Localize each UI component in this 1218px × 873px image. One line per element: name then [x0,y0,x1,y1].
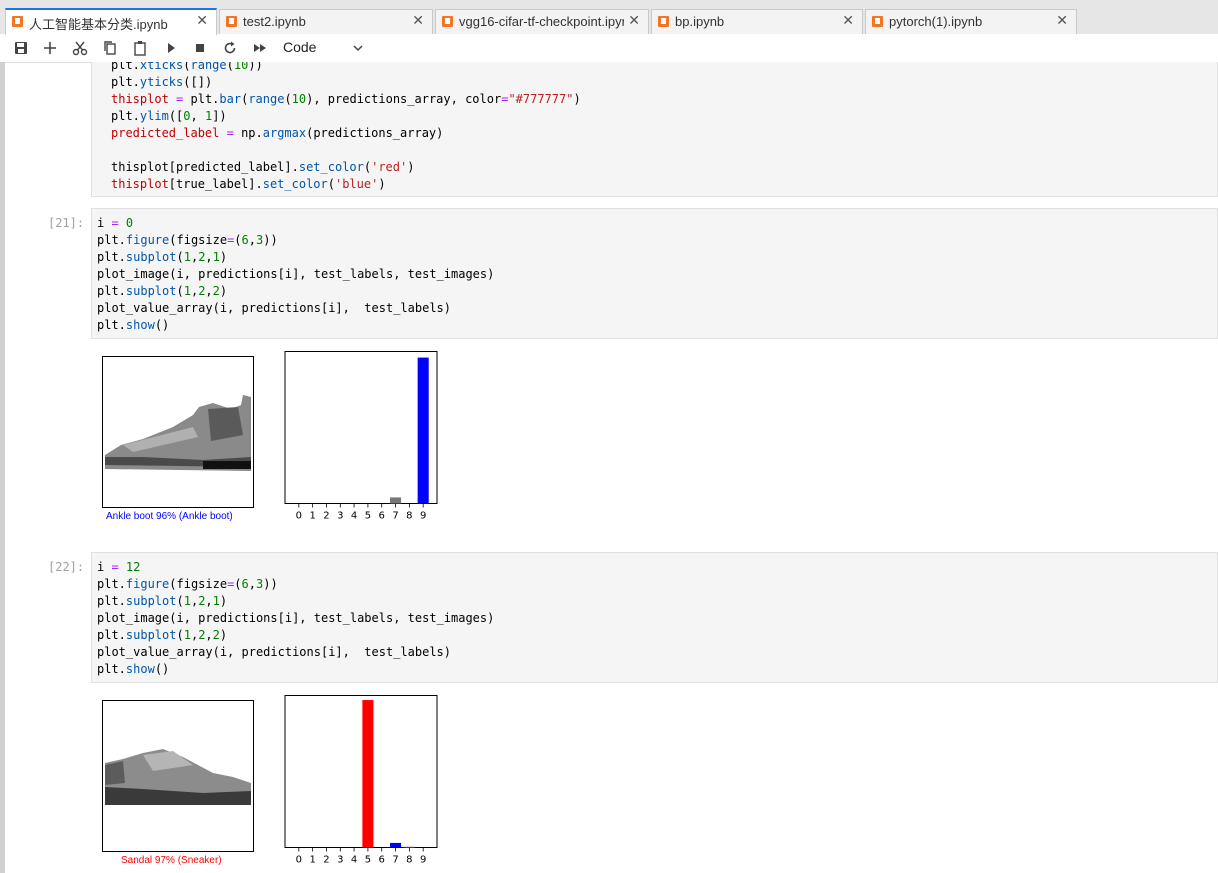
close-icon[interactable]: ✕ [412,13,424,29]
code-line: plt.subplot(1,2,1) [97,250,228,264]
code-block: i = 12 plt.figure(figsize=(6,3)) plt.sub… [97,559,1217,678]
code-line: plt.xticks(range(10)) [111,62,263,72]
tab-label: pytorch(1).ipynb [889,14,983,29]
notebook-panel[interactable]: plt.xticks(range(10)) plt.yticks([]) thi… [0,62,1218,873]
x-tick-label: 6 [379,511,385,522]
chart-axes-frame [284,695,438,848]
x-tick-label: 5 [365,855,371,866]
tab-label: bp.ipynb [675,14,725,29]
code-cell-input[interactable]: i = 12 plt.figure(figsize=(6,3)) plt.sub… [91,552,1218,683]
cell-prompt: [21]: [48,216,85,230]
code-line: plot_image(i, predictions[i], test_label… [97,611,495,625]
restart-icon[interactable] [220,39,240,57]
close-icon[interactable]: ✕ [196,13,208,29]
notebook-icon [872,16,883,27]
code-line: plt.figure(figsize=(6,3)) [97,233,278,247]
x-tick-label: 8 [406,511,412,522]
code-line: plt.yticks([]) [111,75,213,89]
add-icon[interactable] [40,39,60,57]
x-tick-label: 9 [420,855,426,866]
code-cell-input[interactable]: i = 0 plt.figure(figsize=(6,3)) plt.subp… [91,208,1218,339]
code-line: plt.subplot(1,2,2) [97,628,228,642]
close-icon[interactable]: ✕ [1056,13,1068,29]
bar-class-8 [403,846,415,848]
code-block: plt.xticks(range(10)) plt.yticks([]) thi… [111,62,1217,193]
x-tick-label: 6 [379,855,385,866]
x-tick-label: 9 [420,511,426,522]
close-icon[interactable]: ✕ [842,13,854,29]
x-tick-label: 0 [296,511,302,522]
x-tick-label: 3 [337,511,343,522]
save-icon[interactable] [11,39,31,57]
notebook-icon [658,16,669,27]
chevron-down-icon[interactable] [352,39,364,57]
code-line: thisplot = plt.bar(range(10), prediction… [111,92,581,106]
code-line: plot_value_array(i, predictions[i], test… [97,645,452,659]
run-icon[interactable] [161,39,181,57]
fast-forward-icon[interactable] [250,39,270,57]
bar-class-7 [390,842,402,848]
x-tick-label: 3 [337,855,343,866]
code-line: predicted_label = np.argmax(predictions_… [111,126,444,140]
paste-icon[interactable] [130,39,150,57]
x-tick-label: 1 [309,511,315,522]
notebook-icon [442,16,453,27]
bar-class-9 [417,357,429,504]
code-line: thisplot[true_label].set_color('blue') [111,177,386,191]
code-line: plt.show() [97,662,170,676]
code-line: plt.subplot(1,2,2) [97,284,228,298]
tab-test2[interactable]: test2.ipynb ✕ [219,9,433,34]
x-tick-label: 2 [323,511,329,522]
tab-bp[interactable]: bp.ipynb ✕ [651,9,863,34]
x-tick-label: 2 [323,855,329,866]
cell-type-select[interactable]: Code [283,39,316,55]
x-tick-label: 1 [309,855,315,866]
fashion-image-sneaker [102,700,254,852]
bar-class-5 [362,700,374,848]
code-line: plt.show() [97,318,170,332]
x-tick-label: 4 [351,855,357,866]
chart-axes-frame [284,351,438,504]
stop-icon[interactable] [190,39,210,57]
code-line: plt.figure(figsize=(6,3)) [97,577,278,591]
x-tick-label: 5 [365,511,371,522]
tab-notebook-ai-classification[interactable]: 人工智能基本分类.ipynb ✕ [5,8,217,35]
tab-label: 人工智能基本分类.ipynb [29,17,168,32]
copy-icon[interactable] [100,39,120,57]
cell-prompt: [22]: [48,560,85,574]
tab-vgg16[interactable]: vgg16-cifar-tf-checkpoint.ipynb ✕ [435,9,649,34]
tab-bar: 人工智能基本分类.ipynb ✕ test2.ipynb ✕ vgg16-cif… [0,0,1218,35]
bar-class-7 [390,497,402,504]
notebook-toolbar: Code [0,35,1218,63]
code-block: i = 0 plt.figure(figsize=(6,3)) plt.subp… [97,215,1217,334]
fashion-image-ankle-boot [102,356,254,508]
tab-pytorch[interactable]: pytorch(1).ipynb ✕ [865,9,1077,34]
x-tick-label: 7 [392,511,398,522]
prediction-bar-chart: 0123456789 [284,351,438,522]
code-line: plot_value_array(i, predictions[i], test… [97,301,452,315]
tab-label: vgg16-cifar-tf-checkpoint.ipynb [459,14,624,29]
notebook-icon [12,16,23,27]
code-line: i = 0 [97,216,134,230]
cut-icon[interactable] [70,39,90,57]
code-cell-input[interactable]: plt.xticks(range(10)) plt.yticks([]) thi… [91,62,1218,197]
x-tick-label: 7 [392,855,398,866]
x-tick-label: 0 [296,855,302,866]
code-line: plot_image(i, predictions[i], test_label… [97,267,495,281]
prediction-bar-chart: 0123456789 [284,695,438,866]
prediction-caption: Sandal 97% (Sneaker) [121,855,222,866]
code-line: plt.ylim([0, 1]) [111,109,227,123]
prediction-caption: Ankle boot 96% (Ankle boot) [106,511,233,522]
x-tick-label: 8 [406,855,412,866]
close-icon[interactable]: ✕ [628,13,640,29]
code-line: i = 12 [97,560,141,574]
x-tick-label: 4 [351,511,357,522]
notebook-icon [226,16,237,27]
tab-label: test2.ipynb [243,14,306,29]
code-line: plt.subplot(1,2,1) [97,594,228,608]
code-line: thisplot[predicted_label].set_color('red… [111,160,415,174]
